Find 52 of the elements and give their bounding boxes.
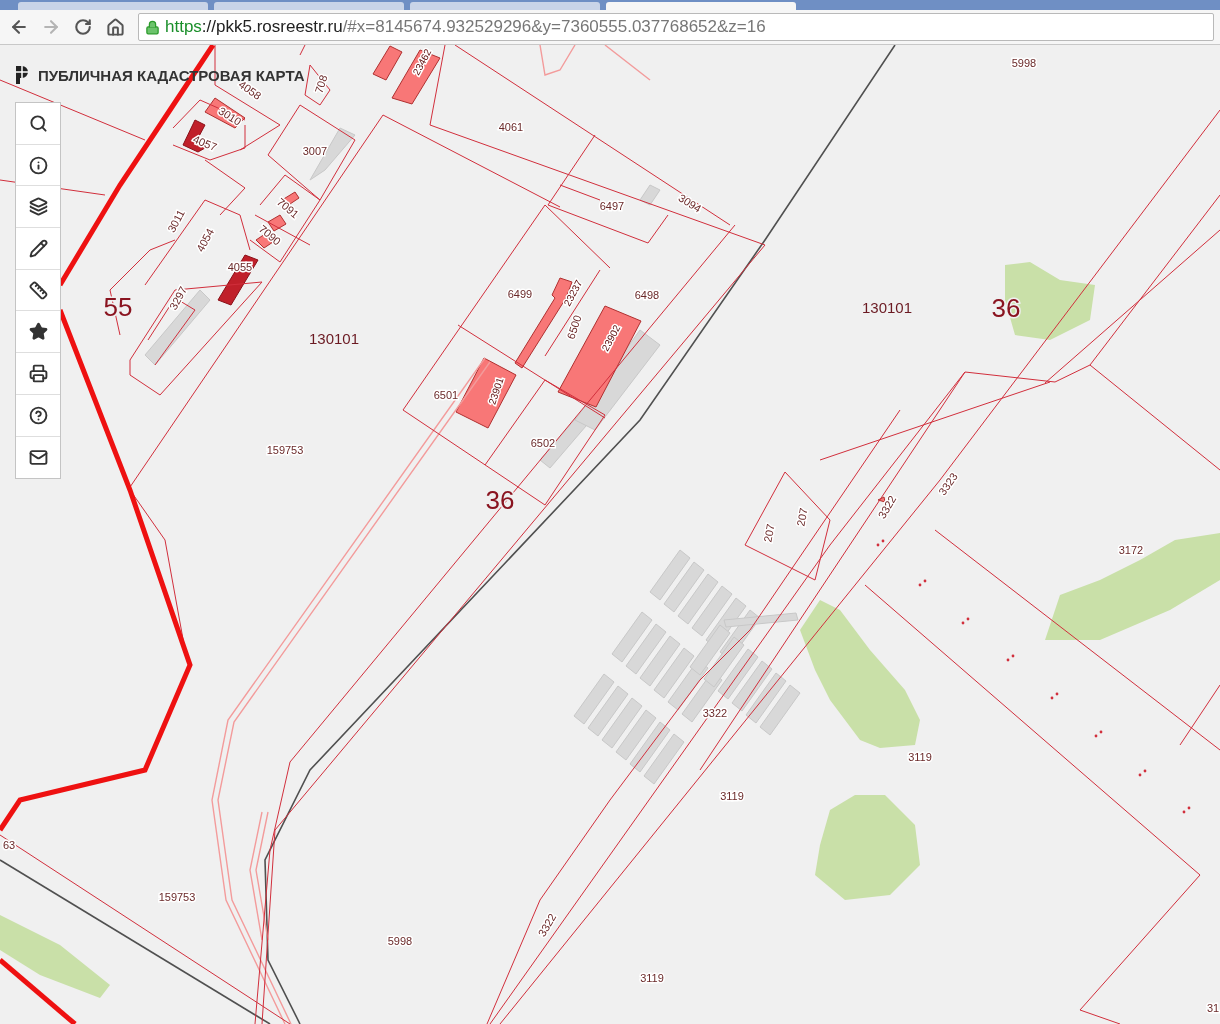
- back-icon: [9, 17, 29, 37]
- parcel-number: 4054: [193, 226, 217, 254]
- pencil-icon: [28, 238, 48, 258]
- parcel-number: 4061: [498, 121, 524, 133]
- parcel-number: 3322: [702, 707, 728, 719]
- parcel-number: 31: [1206, 1002, 1220, 1014]
- parcel-number: 3297: [166, 284, 190, 312]
- parcel-number: 207: [794, 506, 810, 528]
- parcel-number: 3119: [640, 972, 664, 984]
- parcel-number: 63: [2, 839, 16, 851]
- forward-icon: [41, 17, 61, 37]
- parcel-number: 6500: [564, 313, 584, 341]
- ruler-icon: [28, 280, 48, 300]
- address-bar[interactable]: https://pkk5.rosreestr.ru/#x=8145674.932529296&y=7360555.037768652&z=16: [138, 13, 1214, 41]
- parcel-number: 3011: [165, 207, 187, 235]
- url-text: https://pkk5.rosreestr.ru/#x=8145674.932529296&y=7360555.037768652&z=16: [165, 17, 766, 37]
- parcel-number: 5998: [1011, 57, 1037, 69]
- parcel-number: 159753: [266, 444, 304, 456]
- info-icon: [28, 155, 48, 175]
- home-icon: [105, 17, 125, 37]
- parcel-number: 708: [312, 73, 330, 95]
- parcel-number: 3119: [908, 751, 932, 763]
- print-icon: [28, 363, 48, 383]
- parcel-number: 6501: [433, 389, 459, 401]
- quarter-number: 130101: [861, 298, 913, 316]
- parcel-number: 5998: [387, 935, 413, 947]
- parcel-number: 159753: [158, 891, 196, 903]
- building-number: 23901: [486, 376, 506, 406]
- search-icon: [28, 113, 48, 133]
- mail-icon: [28, 447, 48, 467]
- parcel-number: 4057: [191, 132, 219, 154]
- star-icon: [28, 322, 48, 342]
- quarter-number: 130101: [308, 329, 360, 347]
- parcel-number: 6499: [507, 288, 533, 300]
- logo-icon: [14, 65, 30, 85]
- district-number: 36: [485, 485, 515, 515]
- reload-icon: [74, 18, 92, 36]
- parcel-number: 6498: [634, 289, 660, 301]
- parcel-number: 3010: [216, 104, 244, 128]
- district-number: 36: [991, 293, 1021, 323]
- lock-icon: [145, 19, 160, 35]
- parcel-number: 6497: [599, 200, 625, 212]
- district-number: 55: [103, 292, 133, 322]
- help-icon: [28, 405, 48, 425]
- parcel-number: 3172: [1118, 544, 1144, 556]
- parcel-number: 6502: [530, 437, 556, 449]
- parcel-number: 207: [761, 522, 777, 544]
- layers-icon: [28, 197, 48, 217]
- parcel-number: 3094: [676, 191, 704, 215]
- building-number: 23237: [561, 278, 585, 308]
- parcel-number: 3119: [720, 790, 744, 802]
- parcel-number: 3007: [302, 145, 328, 157]
